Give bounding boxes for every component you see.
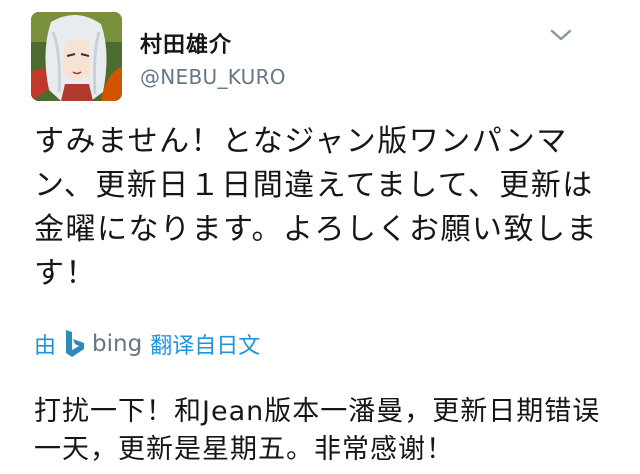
avatar[interactable]: [31, 12, 122, 101]
translated-by-label: 由: [34, 334, 57, 359]
chevron-down-icon[interactable]: [548, 26, 574, 44]
tweet-text: すみません！となジャン版ワンパンマン、更新日１日間違えてまして、更新は金曜になり…: [34, 124, 598, 291]
user-handle[interactable]: @NEBU_KURO: [140, 65, 286, 89]
bing-logo-icon: [66, 330, 85, 357]
display-name[interactable]: 村田雄介: [140, 27, 232, 59]
translation-attribution: 由 bing 翻译自日文: [34, 326, 260, 362]
avatar-illustration: [31, 12, 122, 101]
translated-text: 打扰一下！和Jean版本一潘曼，更新日期错误一天，更新是星期五。非常感谢！: [34, 396, 601, 465]
tweet-card: 村田雄介 @NEBU_KURO すみません！となジャン版ワンパンマン、更新日１日…: [0, 0, 640, 474]
translation-provider: bing: [92, 331, 143, 357]
translate-link[interactable]: 翻译自日文: [150, 328, 260, 360]
